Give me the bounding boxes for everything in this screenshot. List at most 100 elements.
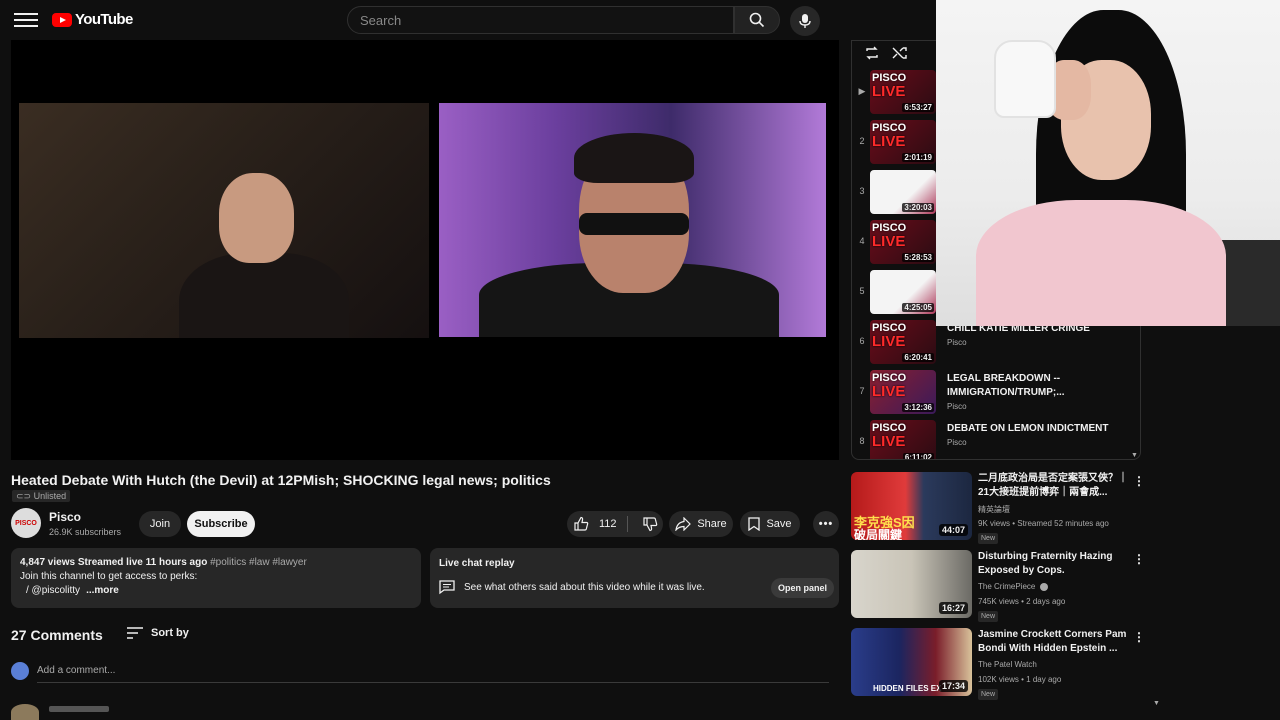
- thumbnail-brand: PISCO LIVE: [872, 423, 906, 450]
- unlisted-icon: ⊂⊃: [16, 491, 34, 501]
- playlist-item-title[interactable]: LEGAL BREAKDOWN -- IMMIGRATION/TRUMP;...: [947, 372, 1117, 400]
- brand-bottom: LIVE: [872, 83, 906, 100]
- recommendation-title[interactable]: 二月底政治局是否定案張又俠？｜21大接班提前博弈｜兩會成...: [978, 472, 1128, 500]
- description-stats: 4,847 views Streamed live 11 hours ago #…: [20, 557, 412, 568]
- video-duration: 3:12:36: [902, 403, 934, 412]
- dislike-icon[interactable]: [642, 516, 658, 532]
- playlist-index: 8: [859, 436, 865, 446]
- hashtags[interactable]: #politics #law #lawyer: [210, 557, 307, 568]
- thumbnail-brand: PISCO LIVE: [872, 373, 906, 400]
- logo-text: YouTube: [75, 11, 133, 28]
- recommendation-channel[interactable]: 精英論壇: [978, 504, 1010, 515]
- video-player[interactable]: [11, 40, 839, 460]
- thumbnail-text: 破局關鍵: [854, 528, 903, 540]
- more-horizontal-icon: •••: [818, 518, 834, 530]
- playlist-thumbnail[interactable]: PISCO LIVE 6:53:27: [870, 70, 936, 114]
- chat-replay-subtitle: See what others said about this video wh…: [464, 582, 705, 593]
- like-count[interactable]: 112: [599, 518, 617, 530]
- shuffle-icon[interactable]: [892, 45, 908, 61]
- playlist-thumbnail[interactable]: PISCO LIVE 2:01:19: [870, 120, 936, 164]
- video-duration: 6:11:02: [902, 453, 934, 460]
- playlist-item-title[interactable]: DEBATE ON LEMON INDICTMENT: [947, 422, 1117, 436]
- save-label: Save: [766, 518, 792, 530]
- more-vertical-icon[interactable]: ⋮: [1133, 630, 1145, 644]
- add-comment-input[interactable]: Add a comment...: [37, 665, 829, 683]
- recommendation-meta: 102K views • 1 day ago: [978, 675, 1062, 684]
- description-box[interactable]: 4,847 views Streamed live 11 hours ago #…: [11, 548, 421, 608]
- voice-search-button[interactable]: [790, 6, 820, 36]
- menu-icon[interactable]: [14, 10, 38, 30]
- bookmark-icon: [748, 517, 761, 531]
- playlist-thumbnail[interactable]: PISCO LIVE 3:12:36: [870, 370, 936, 414]
- brand-bottom: LIVE: [872, 433, 906, 450]
- open-panel-button[interactable]: Open panel: [771, 578, 835, 598]
- person-body: [179, 253, 349, 338]
- brand-bottom: LIVE: [872, 233, 906, 250]
- page-scroll-down-icon[interactable]: ▼: [1153, 700, 1160, 707]
- thumbnail-brand: PISCO LIVE: [872, 73, 906, 100]
- user-avatar: [11, 662, 29, 680]
- video-duration: 44:07: [938, 524, 968, 536]
- verified-icon: [1039, 582, 1048, 591]
- recommendation-thumbnail[interactable]: HIDDEN FILES EX 17:34: [851, 628, 972, 696]
- playlist-thumbnail[interactable]: PISCO LIVE 6:20:41: [870, 320, 936, 364]
- channel-label[interactable]: The CrimePiece: [978, 582, 1035, 591]
- sunglasses: [579, 213, 689, 235]
- more-link[interactable]: ...more: [86, 585, 119, 596]
- join-button[interactable]: Join: [139, 511, 181, 537]
- share-icon: [675, 517, 692, 531]
- playlist-thumbnail[interactable]: PISCO LIVE 6:11:02: [870, 420, 936, 460]
- thumbnail-brand: PISCO LIVE: [872, 323, 906, 350]
- playlist-item[interactable]: 7 PISCO LIVE 3:12:36 LEGAL BREAKDOWN -- IMMI…: [852, 368, 1140, 416]
- chat-icon: [439, 580, 455, 595]
- recommendation-item[interactable]: HIDDEN FILES EX 17:34 Jasmine Crockett C…: [851, 628, 1145, 700]
- channel-avatar[interactable]: PISCO: [11, 508, 41, 538]
- loop-icon[interactable]: [864, 45, 880, 61]
- playlist-thumbnail[interactable]: 3:20:03: [870, 170, 936, 214]
- recommendation-thumbnail[interactable]: 16:27: [851, 550, 972, 618]
- unlisted-label: Unlisted: [33, 491, 67, 501]
- recommendation-channel[interactable]: The Patel Watch: [978, 660, 1037, 669]
- search-button[interactable]: [734, 6, 780, 34]
- person-body: [976, 200, 1226, 326]
- description-text: Join this channel to get access to perks…: [20, 571, 198, 582]
- recommendation-channel[interactable]: The CrimePiece: [978, 582, 1048, 591]
- recommendation-title[interactable]: Jasmine Crockett Corners Pam Bondi With …: [978, 628, 1128, 656]
- recommendation-title[interactable]: Disturbing Fraternity Hazing Exposed by …: [978, 550, 1128, 578]
- share-button[interactable]: Share: [669, 511, 733, 537]
- person-hair: [574, 133, 694, 183]
- playlist-thumbnail[interactable]: PISCO LIVE 5:28:53: [870, 220, 936, 264]
- sort-label: Sort by: [151, 627, 189, 639]
- unlisted-badge: ⊂⊃ Unlisted: [12, 490, 71, 502]
- search-input[interactable]: [360, 12, 733, 28]
- brand-bottom: LIVE: [872, 333, 906, 350]
- save-button[interactable]: Save: [740, 511, 800, 537]
- channel-name[interactable]: Pisco: [49, 510, 81, 524]
- mug: [994, 40, 1056, 118]
- playlist-scroll-down-icon[interactable]: ▼: [1131, 452, 1138, 459]
- playlist-index: 6: [859, 336, 865, 346]
- subscriber-count: 26.9K subscribers: [49, 527, 122, 537]
- recommendation-item[interactable]: 16:27 Disturbing Fraternity Hazing Expos…: [851, 550, 1145, 622]
- more-actions-button[interactable]: •••: [813, 511, 839, 537]
- youtube-logo[interactable]: YouTube: [52, 11, 133, 28]
- playlist-controls: [864, 45, 908, 61]
- playlist-item-channel: Pisco: [947, 338, 967, 347]
- webcam-overlay: [936, 0, 1280, 326]
- subscribe-button[interactable]: Subscribe: [187, 511, 255, 537]
- more-vertical-icon[interactable]: ⋮: [1133, 474, 1145, 488]
- like-icon[interactable]: [573, 516, 589, 532]
- search-box[interactable]: [347, 6, 734, 34]
- commenter-avatar: [11, 704, 39, 720]
- video-duration: 17:34: [938, 680, 968, 692]
- recommendation-thumbnail[interactable]: 李克強S因 破局關鍵 44:07: [851, 472, 972, 540]
- playlist-item[interactable]: 8 PISCO LIVE 6:11:02 DEBATE ON LEMON INDICTM…: [852, 418, 1140, 460]
- video-title: Heated Debate With Hutch (the Devil) at …: [11, 472, 551, 488]
- recommendation-item[interactable]: 李克強S因 破局關鍵 44:07 二月底政治局是否定案張又俠？｜21大接班提前博…: [851, 472, 1145, 544]
- sort-by-button[interactable]: Sort by: [127, 627, 189, 639]
- playlist-thumbnail[interactable]: 4:25:05: [870, 270, 936, 314]
- thumbnail-brand: PISCO LIVE: [872, 123, 906, 150]
- chat-replay-title: Live chat replay: [439, 558, 515, 569]
- channel-link[interactable]: / @piscolitty: [26, 585, 80, 596]
- more-vertical-icon[interactable]: ⋮: [1133, 552, 1145, 566]
